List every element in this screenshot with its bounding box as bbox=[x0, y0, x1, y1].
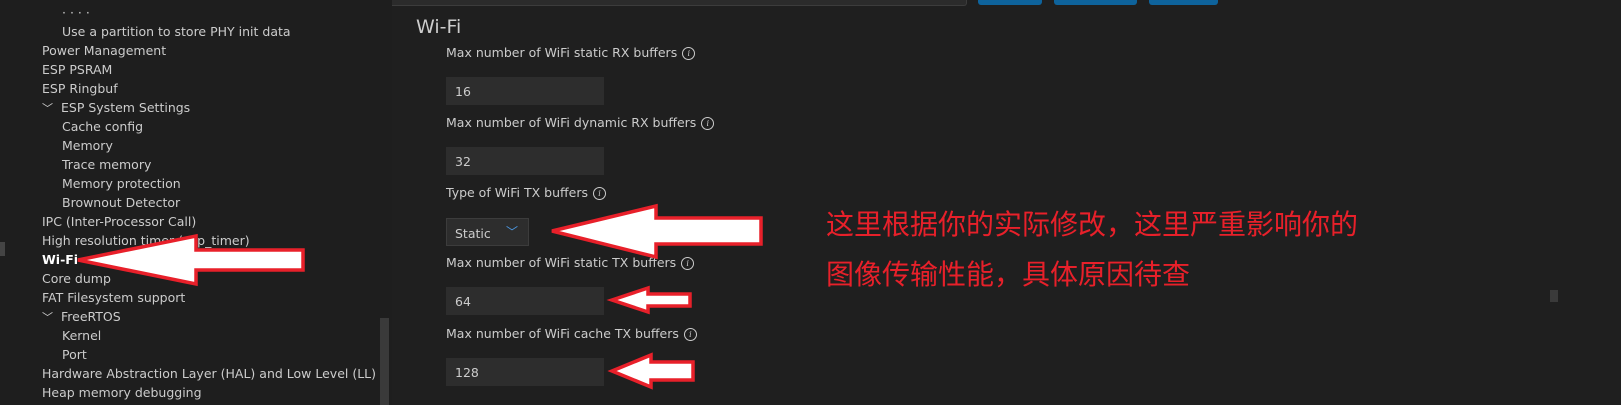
tree-item-brownout-detector[interactable]: Brownout Detector bbox=[62, 193, 180, 212]
chevron-down-icon[interactable]: ﹀ bbox=[42, 308, 56, 327]
tree-item-freertos[interactable]: ﹀ FreeRTOS bbox=[42, 307, 121, 327]
chevron-down-icon[interactable]: ﹀ bbox=[42, 99, 56, 118]
section-title: Wi-Fi bbox=[416, 16, 462, 38]
tree-item-esp-system-settings[interactable]: ﹀ ESP System Settings bbox=[42, 98, 190, 118]
tree-item-ipc[interactable]: IPC (Inter-Processor Call) bbox=[42, 212, 196, 231]
tree-item-wifi[interactable]: Wi-Fi bbox=[42, 250, 78, 269]
arrow-to-tx-type bbox=[551, 203, 763, 260]
settings-tree-sidebar: · · · · Use a partition to store PHY ini… bbox=[0, 0, 392, 405]
chevron-down-icon: ﹀ bbox=[505, 225, 518, 239]
info-icon[interactable]: i bbox=[681, 257, 695, 270]
tree-item-port[interactable]: Port bbox=[62, 345, 87, 364]
tree-item-power-management[interactable]: Power Management bbox=[42, 41, 166, 60]
tree-item-fat-filesystem[interactable]: FAT Filesystem support bbox=[42, 288, 185, 307]
sidebar-scrollbar[interactable] bbox=[380, 318, 389, 405]
tree-item-cache-config[interactable]: Cache config bbox=[62, 117, 143, 136]
tree-item-trace-memory[interactable]: Trace memory bbox=[62, 155, 151, 174]
info-icon[interactable]: i bbox=[701, 117, 715, 130]
info-icon[interactable]: i bbox=[683, 328, 697, 341]
tree-item-esp-ringbuf[interactable]: ESP Ringbuf bbox=[42, 79, 118, 98]
tree-item-memory-protection[interactable]: Memory protection bbox=[62, 174, 181, 193]
label-static-rx-buffers: Max number of WiFi static RX buffers i bbox=[446, 45, 696, 60]
toolbar-button-3[interactable] bbox=[1149, 0, 1218, 5]
tx-buffer-type-select[interactable]: Static ﹀ bbox=[446, 218, 529, 246]
label-static-tx-buffers: Max number of WiFi static TX buffers i bbox=[446, 255, 695, 270]
static-tx-buffers-input[interactable]: 64 bbox=[446, 287, 604, 315]
dynamic-rx-buffers-input[interactable]: 32 bbox=[446, 147, 604, 175]
tree-item-core-dump[interactable]: Core dump bbox=[42, 269, 111, 288]
tree-item-memory[interactable]: Memory bbox=[62, 136, 113, 155]
static-rx-buffers-input[interactable]: 16 bbox=[446, 77, 604, 105]
tree-item-esp-timer[interactable]: High resolution timer (esp_timer) bbox=[42, 231, 250, 250]
label-tx-buffer-type: Type of WiFi TX buffers i bbox=[446, 185, 606, 200]
scroll-marker bbox=[1550, 290, 1558, 302]
tree-item[interactable]: · · · · bbox=[62, 3, 90, 22]
search-settings-input[interactable] bbox=[355, 0, 967, 6]
cache-tx-buffers-input[interactable]: 128 bbox=[446, 358, 604, 386]
toolbar-button-2[interactable] bbox=[1054, 0, 1137, 5]
toolbar-button-1[interactable] bbox=[978, 0, 1042, 5]
tree-item-hal-ll[interactable]: Hardware Abstraction Layer (HAL) and Low… bbox=[42, 364, 376, 383]
arrow-to-static-tx bbox=[606, 285, 692, 315]
sash-indicator bbox=[0, 242, 5, 256]
label-cache-tx-buffers: Max number of WiFi cache TX buffers i bbox=[446, 326, 697, 341]
tree-item-phy-partition[interactable]: Use a partition to store PHY init data bbox=[62, 22, 291, 41]
tree-item-esp-psram[interactable]: ESP PSRAM bbox=[42, 60, 112, 79]
annotation-line-2: 图像传输性能，具体原因待查 bbox=[826, 258, 1191, 291]
tree-item-kernel[interactable]: Kernel bbox=[62, 326, 101, 345]
arrow-to-cache-tx bbox=[607, 352, 695, 390]
info-icon[interactable]: i bbox=[592, 187, 606, 200]
tree-item-heap-debugging[interactable]: Heap memory debugging bbox=[42, 383, 202, 402]
info-icon[interactable]: i bbox=[682, 47, 696, 60]
label-dynamic-rx-buffers: Max number of WiFi dynamic RX buffers i bbox=[446, 115, 715, 130]
annotation-line-1: 这里根据你的实际修改，这里严重影响你的 bbox=[826, 208, 1359, 241]
